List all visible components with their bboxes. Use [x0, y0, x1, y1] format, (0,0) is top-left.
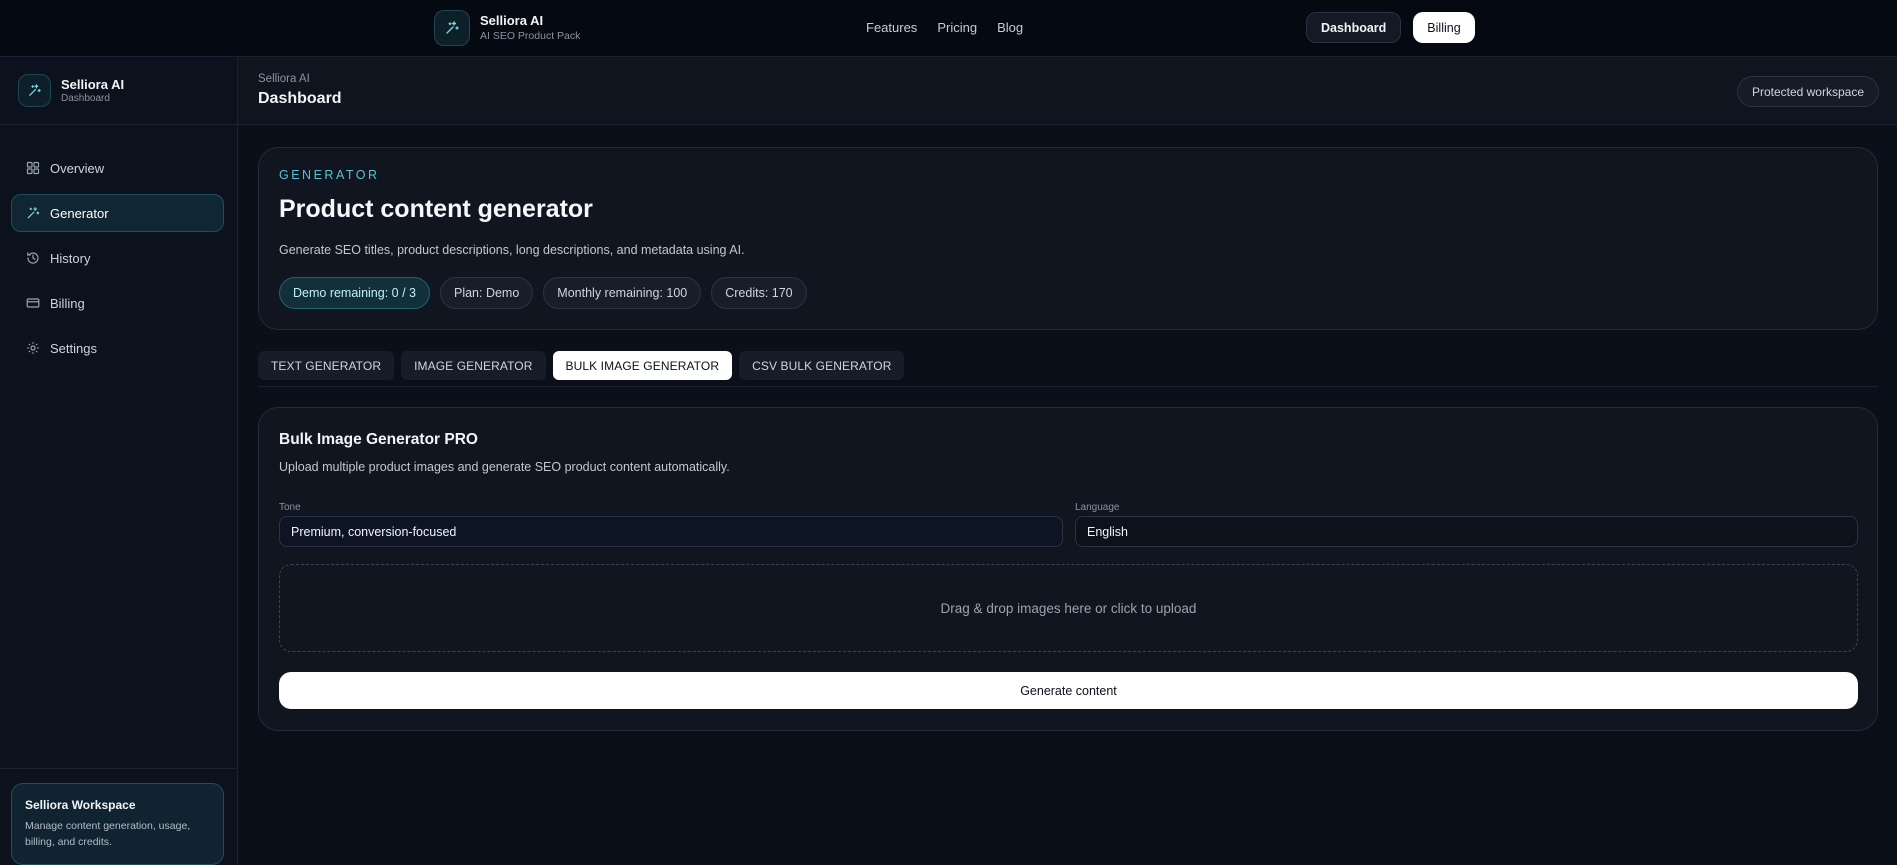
sidebar-brand-name: Selliora AI [61, 77, 125, 92]
wand-icon [26, 206, 40, 220]
sidebar-item-label: Generator [50, 205, 109, 221]
sidebar-brand[interactable]: Selliora AI Dashboard [0, 57, 237, 125]
nav-link-features[interactable]: Features [866, 20, 917, 35]
credits-chip: Credits: 170 [711, 277, 807, 309]
plan-chip: Plan: Demo [439, 277, 534, 309]
form-description: Upload multiple product images and gener… [279, 460, 730, 474]
sidebar-brand-subtitle: Dashboard [61, 93, 110, 104]
hero-eyebrow: GENERATOR [279, 168, 380, 182]
top-links: Features Pricing Blog [866, 20, 1043, 35]
workspace-card-title: Selliora Workspace [25, 798, 136, 812]
form-title: Bulk Image Generator PRO [279, 431, 478, 448]
sparkle-logo-icon [434, 10, 470, 46]
breadcrumb[interactable]: Selliora AI [258, 73, 310, 85]
protected-workspace-badge: Protected workspace [1736, 76, 1879, 107]
sidebar-divider [0, 768, 237, 769]
dashboard-button[interactable]: Dashboard [1306, 12, 1402, 43]
language-input[interactable] [1075, 516, 1858, 547]
tabs-divider [258, 386, 1878, 387]
top-actions: Dashboard Billing [1306, 12, 1475, 43]
tab-bulk-image-generator[interactable]: BULK IMAGE GENERATOR [552, 351, 733, 380]
sidebar-item-label: Settings [50, 340, 97, 356]
sidebar-item-generator[interactable]: Generator [11, 194, 224, 232]
history-icon [26, 251, 40, 265]
sparkle-logo-icon [18, 74, 51, 107]
billing-button[interactable]: Billing [1413, 12, 1475, 43]
sidebar: Selliora AI Dashboard Overview Generator [0, 57, 238, 865]
usage-chips: Demo remaining: 0 / 3 Plan: Demo Monthly… [279, 277, 817, 309]
tone-label: Tone [279, 502, 301, 513]
generator-hero-card: GENERATOR Product content generator Gene… [258, 147, 1878, 330]
sidebar-item-overview[interactable]: Overview [11, 149, 224, 187]
generate-content-button[interactable]: Generate content [279, 672, 1858, 709]
gear-icon [26, 341, 40, 355]
grid-icon [26, 161, 40, 175]
page-header: Selliora AI Dashboard Protected workspac… [238, 57, 1897, 125]
tab-text-generator[interactable]: TEXT GENERATOR [258, 351, 395, 380]
top-brand[interactable]: Selliora AI AI SEO Product Pack [434, 10, 580, 46]
tab-csv-bulk-generator[interactable]: CSV BULK GENERATOR [739, 351, 905, 380]
workspace-card-description: Manage content generation, usage, billin… [25, 820, 191, 848]
tone-input[interactable] [279, 516, 1063, 547]
image-dropzone[interactable]: Drag & drop images here or click to uplo… [279, 564, 1858, 652]
nav-link-pricing[interactable]: Pricing [937, 20, 977, 35]
sidebar-item-label: History [50, 250, 91, 266]
sidebar-nav: Overview Generator History Billing Setti… [11, 149, 224, 374]
page-title: Dashboard [258, 90, 342, 107]
tab-image-generator[interactable]: IMAGE GENERATOR [401, 351, 546, 380]
card-icon [26, 296, 40, 310]
sidebar-item-settings[interactable]: Settings [11, 329, 224, 367]
top-brand-subtitle: AI SEO Product Pack [480, 30, 581, 43]
sidebar-item-label: Billing [50, 295, 85, 311]
top-navbar: Selliora AI AI SEO Product Pack Features… [0, 0, 1897, 57]
language-label: Language [1075, 502, 1120, 513]
nav-link-blog[interactable]: Blog [997, 20, 1023, 35]
dropzone-text: Drag & drop images here or click to uplo… [940, 600, 1197, 616]
generator-tabs: TEXT GENERATOR IMAGE GENERATOR BULK IMAG… [258, 351, 911, 380]
sidebar-item-history[interactable]: History [11, 239, 224, 277]
demo-remaining-chip: Demo remaining: 0 / 3 [279, 277, 430, 309]
bulk-image-generator-card: Bulk Image Generator PRO Upload multiple… [258, 407, 1878, 731]
hero-title: Product content generator [279, 195, 593, 223]
monthly-remaining-chip: Monthly remaining: 100 [543, 277, 702, 309]
top-brand-name: Selliora AI [480, 13, 544, 29]
workspace-card: Selliora Workspace Manage content genera… [11, 783, 224, 865]
sidebar-item-label: Overview [50, 160, 105, 176]
sidebar-item-billing[interactable]: Billing [11, 284, 224, 322]
hero-description: Generate SEO titles, product description… [279, 243, 745, 257]
